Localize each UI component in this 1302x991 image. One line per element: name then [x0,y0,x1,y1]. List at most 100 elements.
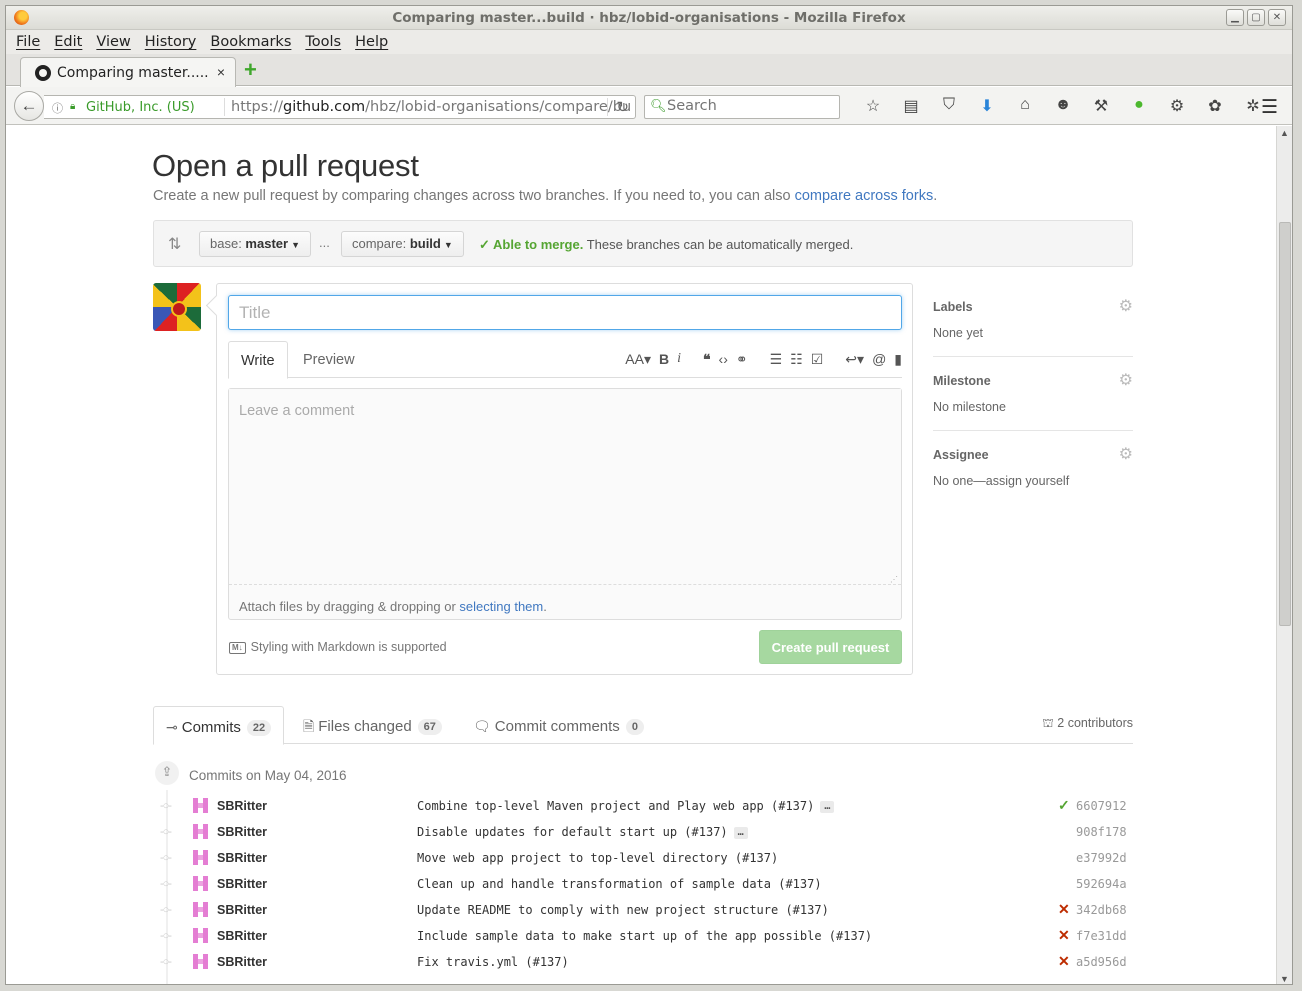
menu-help[interactable]: Help [355,34,388,50]
author-avatar[interactable] [193,824,208,839]
browser-tab[interactable]: Comparing master..... × [20,57,236,87]
resize-grip-icon[interactable]: ⋰ [890,575,898,584]
task-list-icon[interactable]: ☑ [811,350,824,368]
avatar[interactable] [153,283,201,331]
compare-forks-link[interactable]: compare across forks [795,188,934,204]
x-icon[interactable]: ✕ [1058,927,1070,944]
base-branch-button[interactable]: base: master ▼ [199,231,311,257]
commit-sha[interactable]: 592694a [1076,877,1127,891]
markdown-note[interactable]: M↓ Styling with Markdown is supported [229,640,447,654]
x-icon[interactable]: ✕ [1058,901,1070,918]
menu-tools[interactable]: Tools [305,34,341,50]
commit-author[interactable]: SBRitter [217,955,267,969]
vertical-scrollbar[interactable]: ▲ ▼ [1276,126,1292,984]
commit-message[interactable]: Disable updates for default start up (#1… [417,825,748,839]
x-icon[interactable]: ✕ [1058,953,1070,970]
author-avatar[interactable] [193,850,208,865]
commit-author[interactable]: SBRitter [217,903,267,917]
link-icon[interactable]: ⚭ [736,350,748,368]
url-bar[interactable]: ⓘ 🔒︎ GitHub, Inc. (US) https://github.co… [44,95,636,119]
scroll-up-icon[interactable]: ▲ [1280,128,1289,138]
gear-icon[interactable]: ⚙ [1119,444,1133,464]
commit-message[interactable]: Update README to comply with new project… [417,903,829,917]
sidebar-value[interactable]: No one—assign yourself [933,474,1069,488]
commit-author[interactable]: SBRitter [217,877,267,891]
commit-author[interactable]: SBRitter [217,851,267,865]
commit-message[interactable]: Move web app project to top-level direct… [417,851,778,865]
commit-message[interactable]: Clean up and handle transformation of sa… [417,877,822,891]
scrollbar-thumb[interactable] [1279,222,1291,626]
menu-history[interactable]: History [145,34,197,50]
tab-commit-comments[interactable]: 🗨︎ Commit comments 0 [473,706,644,744]
gear-icon[interactable]: ⚙ [1119,370,1133,390]
info-icon[interactable]: ⓘ [52,100,63,116]
hamburger-menu-icon[interactable]: ☰ [1261,96,1278,119]
expand-ellipsis-button[interactable]: … [820,801,835,813]
back-button[interactable]: ← [14,91,44,121]
create-pull-request-button[interactable]: Create pull request [759,630,902,664]
downloads-icon[interactable]: ⬇ [968,96,1006,116]
home-icon[interactable]: ⌂ [1006,96,1044,116]
contributors-link[interactable]: ⛫ 2 contributors [1042,716,1133,732]
tab-preview[interactable]: Preview [291,341,367,378]
new-tab-button[interactable]: + [244,59,257,81]
reload-icon[interactable]: ↻ [607,98,629,116]
addon-icon[interactable]: ⚙ [1158,96,1196,116]
scroll-down-icon[interactable]: ▼ [1280,974,1289,984]
close-window-button[interactable]: ✕ [1268,9,1286,26]
compare-branch-button[interactable]: compare: build ▼ [341,231,464,257]
minimize-button[interactable]: ▁ [1226,9,1244,26]
quote-icon[interactable]: ❝ [703,350,711,368]
comment-textarea[interactable] [229,389,901,585]
commit-sha[interactable]: 6607912 [1076,799,1127,813]
maximize-button[interactable]: ▢ [1247,9,1265,26]
commit-sha[interactable]: f7e31dd [1076,929,1127,943]
commit-sha[interactable]: a5d956d [1076,955,1127,969]
menu-view[interactable]: View [96,34,130,50]
green-status-icon[interactable]: ● [1120,96,1158,116]
expand-ellipsis-button[interactable]: … [733,827,748,839]
check-icon[interactable]: ✓ [1058,797,1070,814]
tab-write[interactable]: Write [228,341,288,379]
text-size-icon[interactable]: AA▾ [625,350,651,368]
search-input[interactable] [667,98,827,114]
bookmark-icon[interactable]: ▮ [894,350,902,368]
numbered-list-icon[interactable]: ☷ [790,350,803,368]
code-icon[interactable]: ‹› [719,350,728,368]
author-avatar[interactable] [193,902,208,917]
author-avatar[interactable] [193,876,208,891]
site-identity[interactable]: GitHub, Inc. (US) [86,100,195,115]
select-files-link[interactable]: selecting them [459,599,543,614]
commit-message[interactable]: Fix travis.yml (#137) [417,955,569,969]
addon-2-icon[interactable]: ✿ [1196,96,1234,116]
author-avatar[interactable] [193,954,208,969]
reply-icon[interactable]: ↩▾ [845,350,864,368]
pocket-icon[interactable]: ⛉ [930,96,968,116]
author-avatar[interactable] [193,928,208,943]
url-text[interactable]: https://github.com/hbz/lobid-organisatio… [231,99,631,115]
commit-author[interactable]: SBRitter [217,929,267,943]
menu-bookmarks[interactable]: Bookmarks [210,34,291,50]
search-box[interactable]: 🔍︎ [644,95,840,119]
chat-icon[interactable]: ☻ [1044,96,1082,116]
commit-message[interactable]: Combine top-level Maven project and Play… [417,799,835,813]
menu-edit[interactable]: Edit [54,34,82,50]
bookmark-star-icon[interactable]: ☆ [854,96,892,116]
tab-commits[interactable]: ⊸ Commits 22 [153,706,284,745]
commit-message[interactable]: Include sample data to make start up of … [417,929,872,943]
title-input[interactable] [228,295,902,330]
bold-icon[interactable]: B [659,350,669,368]
menu-file[interactable]: File [16,34,40,50]
commit-sha[interactable]: e37992d [1076,851,1127,865]
gear-icon[interactable]: ⚙ [1119,296,1133,316]
commit-author[interactable]: SBRitter [217,825,267,839]
tab-close-icon[interactable]: × [217,64,225,80]
mention-icon[interactable]: @ [872,350,886,368]
extension-icon[interactable]: ⚒ [1082,96,1120,116]
author-avatar[interactable] [193,798,208,813]
tab-files-changed[interactable]: 🗎︎ Files changed 67 [303,706,442,744]
reader-list-icon[interactable]: ▤ [892,96,930,116]
commit-sha[interactable]: 908f178 [1076,825,1127,839]
bullet-list-icon[interactable]: ☰ [770,350,783,368]
italic-icon[interactable]: i [677,350,681,368]
